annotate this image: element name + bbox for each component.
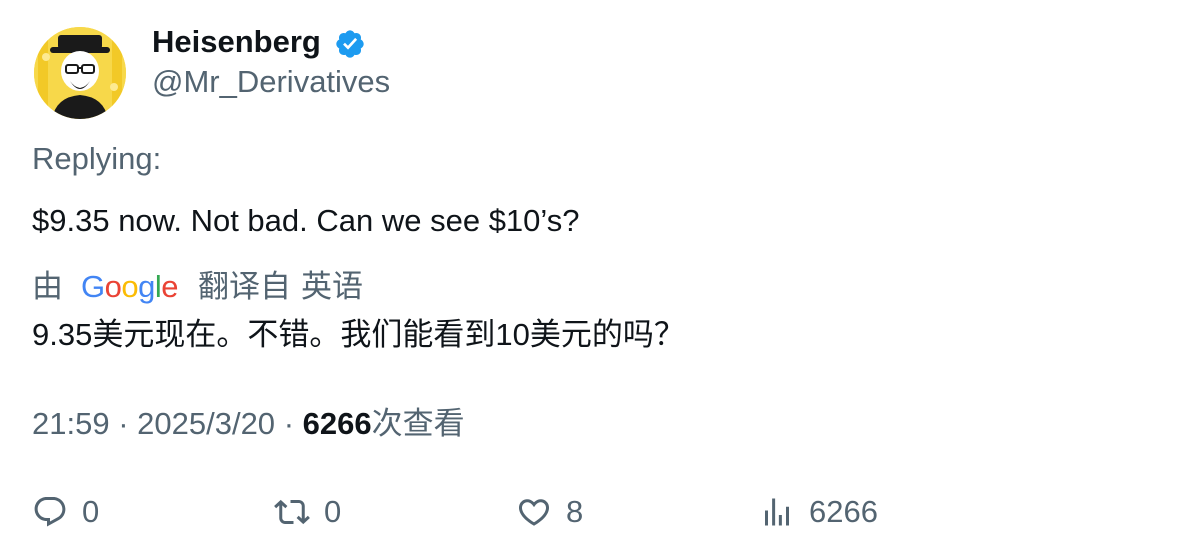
verified-badge-icon [336,30,364,58]
translation-prefix: 由 [32,269,63,304]
heart-icon [518,499,550,526]
translation-suffix: 翻译自 [198,269,292,304]
translation-attribution: 由 Google 翻译自 英语 [32,268,363,306]
retweet-icon [274,499,310,525]
meta-separator: · [283,406,303,441]
google-logo: Google [81,269,179,304]
reply-count: 0 [82,494,100,529]
author-display-name[interactable]: Heisenberg [152,24,321,60]
views-button[interactable]: 6266 [759,490,878,534]
like-button[interactable]: 8 [516,490,583,534]
tweet-date[interactable]: 2025/3/20 [137,406,275,441]
views-action-count: 6266 [809,494,878,529]
retweet-count: 0 [324,494,342,529]
like-count: 8 [566,494,584,529]
translation-source-language: 英语 [301,269,364,304]
author-handle[interactable]: @Mr_Derivatives [152,64,390,100]
reply-icon [34,497,66,527]
analytics-icon [765,498,789,526]
author-avatar[interactable] [34,27,126,119]
heisenberg-avatar-icon [34,27,126,119]
views-label: 次查看 [371,406,465,441]
replying-label: Replying: [32,141,162,176]
tweet-meta: 21:59 · 2025/3/20 · 6266次查看 [32,405,465,443]
tweet-card: Heisenberg @Mr_Derivatives Replying: $9.… [0,0,1196,558]
tweet-text: $9.35 now. Not bad. Can we see $10’s? [32,203,580,238]
retweet-button[interactable]: 0 [274,490,341,534]
action-bar: 0 0 8 6266 [0,490,1196,534]
tweet-time[interactable]: 21:59 [32,406,110,441]
reply-button[interactable]: 0 [32,490,99,534]
meta-separator: · [118,406,138,441]
translated-text: 9.35美元现在。不错。我们能看到10美元的吗？ [32,317,685,352]
views-count: 6266 [302,406,372,441]
